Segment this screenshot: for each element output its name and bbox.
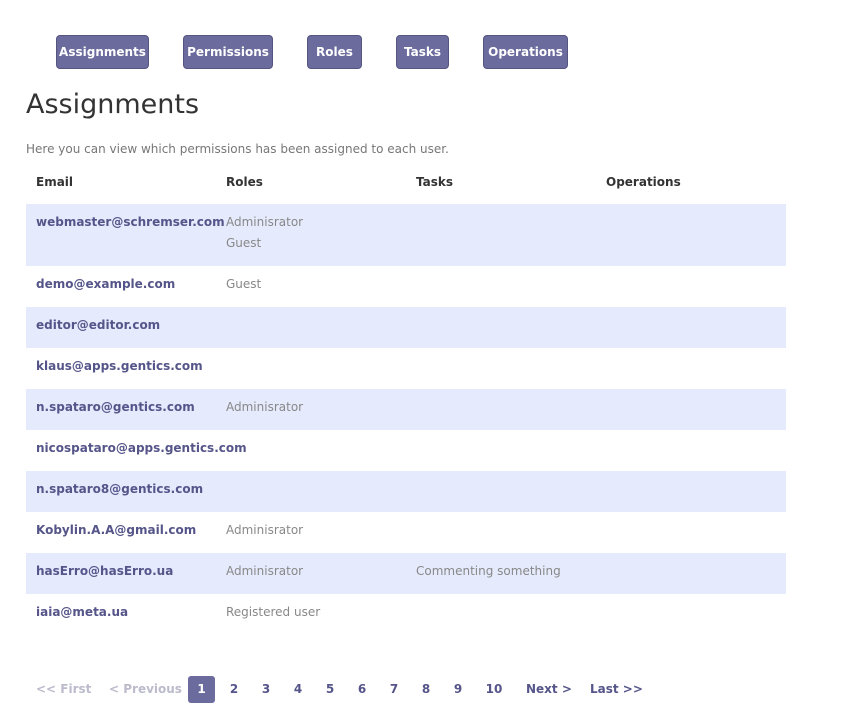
table-row: webmaster@schremser.com Adminisrator Guest xyxy=(26,204,786,266)
roles-cell: Adminisrator xyxy=(226,520,303,541)
pager-previous-link: < Previous xyxy=(109,682,182,696)
header-roles: Roles xyxy=(226,175,263,189)
roles-cell: Adminisrator Guest xyxy=(226,212,303,254)
pager-last-link[interactable]: Last >> xyxy=(590,676,643,703)
table-row: nicospataro@apps.gentics.com xyxy=(26,430,786,471)
table-body: webmaster@schremser.com Adminisrator Guest… xyxy=(26,204,786,635)
table-row: Kobylin.A.A@gmail.com Adminisrator xyxy=(26,512,786,553)
role-label: Guest xyxy=(226,236,262,250)
table-row: klaus@apps.gentics.com xyxy=(26,348,786,389)
table-row: hasErro@hasErro.ua Adminisrator Commenting… xyxy=(26,553,786,594)
roles-cell: Adminisrator xyxy=(226,397,303,418)
pager-page-2[interactable]: 2 xyxy=(228,676,240,703)
email-link[interactable]: nicospataro@apps.gentics.com xyxy=(36,438,247,459)
email-link[interactable]: iaia@meta.ua xyxy=(36,602,128,623)
page-title: Assignments xyxy=(26,89,200,120)
roles-cell: Guest xyxy=(226,274,261,295)
header-operations: Operations xyxy=(606,175,681,189)
pager-page-9[interactable]: 9 xyxy=(452,676,464,703)
table-row: n.spataro@gentics.com Adminisrator xyxy=(26,389,786,430)
email-link[interactable]: Kobylin.A.A@gmail.com xyxy=(36,520,196,541)
nav-operations-button[interactable]: Operations xyxy=(483,35,568,69)
email-link[interactable]: klaus@apps.gentics.com xyxy=(36,356,203,377)
table-row: demo@example.com Guest xyxy=(26,266,786,307)
pager-page-5[interactable]: 5 xyxy=(324,676,336,703)
nav-permissions-button[interactable]: Permissions xyxy=(183,35,273,69)
email-link[interactable]: webmaster@schremser.com xyxy=(36,212,225,233)
nav-roles-button[interactable]: Roles xyxy=(307,35,362,69)
header-email: Email xyxy=(36,175,74,189)
email-link[interactable]: editor@editor.com xyxy=(36,315,160,336)
nav-tasks-button[interactable]: Tasks xyxy=(396,35,449,69)
top-nav: Assignments Permissions Roles Tasks Oper… xyxy=(0,35,850,69)
role-label: Adminisrator xyxy=(226,400,304,414)
pager-page-4[interactable]: 4 xyxy=(292,676,304,703)
pager-page-1[interactable]: 1 xyxy=(188,676,215,703)
email-link[interactable]: demo@example.com xyxy=(36,274,175,295)
pager-page-10[interactable]: 10 xyxy=(484,676,504,703)
role-label: Adminisrator xyxy=(226,523,304,537)
header-tasks: Tasks xyxy=(416,175,454,189)
role-label: Guest xyxy=(226,277,262,291)
pager-next-link[interactable]: Next > xyxy=(526,676,572,703)
role-label: Registered user xyxy=(226,605,321,619)
email-link[interactable]: n.spataro8@gentics.com xyxy=(36,479,203,500)
page-description: Here you can view which permissions has … xyxy=(26,142,449,156)
table-row: iaia@meta.ua Registered user xyxy=(26,594,786,635)
assignments-table: Email Roles Tasks Operations webmaster@s… xyxy=(26,163,786,635)
roles-cell: Registered user xyxy=(226,602,320,623)
table-row: n.spataro8@gentics.com xyxy=(26,471,786,512)
pager-page-7[interactable]: 7 xyxy=(388,676,400,703)
pager-first-link: << First xyxy=(36,682,92,696)
pager-page-8[interactable]: 8 xyxy=(420,676,432,703)
pager-page-6[interactable]: 6 xyxy=(356,676,368,703)
pager-page-3[interactable]: 3 xyxy=(260,676,272,703)
email-link[interactable]: hasErro@hasErro.ua xyxy=(36,561,173,582)
table-row: editor@editor.com xyxy=(26,307,786,348)
tasks-cell: Commenting something xyxy=(416,564,561,578)
pagination: << First < Previous 1 2 3 4 5 6 7 8 9 10… xyxy=(26,676,826,703)
nav-assignments-button[interactable]: Assignments xyxy=(56,35,149,69)
roles-cell: Adminisrator xyxy=(226,561,303,582)
role-label: Adminisrator xyxy=(226,564,304,578)
role-label: Adminisrator xyxy=(226,215,304,229)
email-link[interactable]: n.spataro@gentics.com xyxy=(36,397,195,418)
table-header: Email Roles Tasks Operations xyxy=(26,163,786,204)
